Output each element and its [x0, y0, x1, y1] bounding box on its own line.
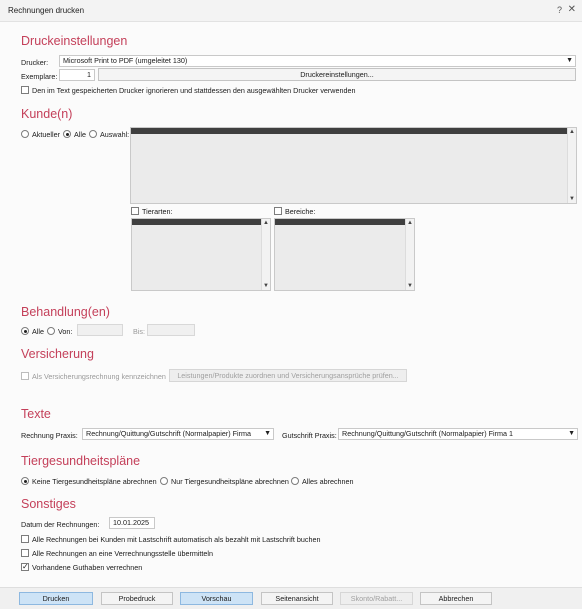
- section-heading-texte: Texte: [21, 407, 51, 421]
- drucker-select-value: Microsoft Print to PDF (umgeleitet 130): [63, 56, 188, 65]
- tierarten-checkbox[interactable]: [131, 207, 139, 215]
- radio-alles-abrechnen-label: Alles abrechnen: [302, 477, 354, 486]
- tierarten-label: Tierarten:: [142, 207, 173, 216]
- radio-nur-tgp[interactable]: [160, 477, 168, 485]
- list-selection: [131, 128, 568, 134]
- ignore-printer-label: Den im Text gespeicherten Drucker ignori…: [32, 86, 356, 95]
- section-heading-tiergesundheitsplaene: Tiergesundheitspläne: [21, 454, 141, 468]
- radio-auswahl[interactable]: [89, 130, 97, 138]
- kunden-scrollbar[interactable]: ▲ ▼: [567, 128, 576, 203]
- versicherung-checkbox-label: Als Versicherungsrechnung kennzeichnen: [32, 372, 166, 381]
- scroll-up-icon[interactable]: ▲: [262, 220, 270, 226]
- radio-nur-tgp-label: Nur Tiergesundheitspläne abrechnen: [171, 477, 289, 486]
- scroll-up-icon[interactable]: ▲: [568, 129, 576, 135]
- section-heading-versicherung: Versicherung: [21, 347, 94, 361]
- radio-alles-abrechnen[interactable]: [291, 477, 299, 485]
- druckereinstellungen-button[interactable]: Druckereinstellungen...: [98, 68, 576, 81]
- gutschrift-praxis-value: Rechnung/Quittung/Gutschrift (Normalpapi…: [342, 429, 513, 438]
- von-date-input[interactable]: [77, 324, 123, 336]
- radio-alle-kunden[interactable]: [63, 130, 71, 138]
- section-heading-kunden: Kunde(n): [21, 107, 73, 121]
- seitenansicht-button[interactable]: Seitenansicht: [261, 592, 333, 605]
- bereiche-scrollbar[interactable]: ▲ ▼: [405, 219, 414, 290]
- gutschrift-praxis-label: Gutschrift Praxis:: [282, 431, 337, 440]
- datum-label: Datum der Rechnungen:: [21, 520, 100, 529]
- section-heading-sonstiges: Sonstiges: [21, 497, 76, 511]
- kunden-listbox[interactable]: ▲ ▼: [130, 127, 577, 204]
- exemplare-label: Exemplare:: [21, 72, 58, 81]
- chevron-down-icon: ▼: [568, 430, 575, 437]
- vorschau-button[interactable]: Vorschau: [180, 592, 253, 605]
- leistungen-zuordnen-button[interactable]: Leistungen/Produkte zuordnen und Versich…: [169, 369, 407, 382]
- rechnung-praxis-label: Rechnung Praxis:: [21, 431, 78, 440]
- lastschrift-checkbox[interactable]: [21, 535, 29, 543]
- radio-keine-tgp-label: Keine Tiergesundheitspläne abrechnen: [32, 477, 157, 486]
- bis-date-input[interactable]: [147, 324, 195, 336]
- rechnung-praxis-select[interactable]: Rechnung/Quittung/Gutschrift (Normalpapi…: [82, 428, 274, 440]
- radio-auswahl-label: Auswahl:: [100, 130, 130, 139]
- footer-bar: Drucken Probedruck Vorschau Seitenansich…: [0, 587, 582, 609]
- bereiche-checkbox[interactable]: [274, 207, 282, 215]
- guthaben-checkbox[interactable]: [21, 562, 29, 571]
- help-icon[interactable]: ?: [557, 5, 562, 15]
- radio-von[interactable]: [47, 327, 55, 335]
- bereiche-listbox[interactable]: ▲ ▼: [274, 218, 415, 291]
- verrechnungsstelle-checkbox[interactable]: [21, 549, 29, 557]
- list-selection: [275, 219, 406, 225]
- radio-aktueller[interactable]: [21, 130, 29, 138]
- chevron-down-icon: ▼: [566, 57, 573, 64]
- scroll-down-icon[interactable]: ▼: [406, 283, 414, 289]
- list-selection: [132, 219, 262, 225]
- title-bar: Rechnungen drucken ? ✕: [0, 0, 582, 22]
- chevron-down-icon: ▼: [264, 430, 271, 437]
- print-invoices-dialog: Rechnungen drucken ? ✕ Druckeinstellunge…: [0, 0, 582, 609]
- drucker-label: Drucker:: [21, 58, 49, 67]
- close-icon[interactable]: ✕: [568, 4, 576, 15]
- exemplare-input[interactable]: 1: [59, 69, 95, 81]
- ignore-printer-checkbox[interactable]: [21, 86, 29, 94]
- tierarten-scrollbar[interactable]: ▲ ▼: [261, 219, 270, 290]
- probedruck-button[interactable]: Probedruck: [101, 592, 173, 605]
- lastschrift-label: Alle Rechnungen bei Kunden mit Lastschri…: [32, 535, 321, 544]
- radio-alle-kunden-label: Alle: [74, 130, 86, 139]
- scroll-up-icon[interactable]: ▲: [406, 220, 414, 226]
- radio-keine-tgp[interactable]: [21, 477, 29, 485]
- radio-alle-behandlungen[interactable]: [21, 327, 29, 335]
- gutschrift-praxis-select[interactable]: Rechnung/Quittung/Gutschrift (Normalpapi…: [338, 428, 578, 440]
- verrechnungsstelle-label: Alle Rechnungen an eine Verrechnungsstel…: [32, 549, 214, 558]
- tierarten-listbox[interactable]: ▲ ▼: [131, 218, 271, 291]
- guthaben-label: Vorhandene Guthaben verrechnen: [32, 563, 143, 572]
- versicherung-checkbox[interactable]: [21, 372, 29, 380]
- scroll-down-icon[interactable]: ▼: [568, 196, 576, 202]
- radio-aktueller-label: Aktueller: [32, 130, 60, 139]
- radio-alle-behandlungen-label: Alle: [32, 327, 44, 336]
- section-heading-druckeinstellungen: Druckeinstellungen: [21, 34, 128, 48]
- datum-input[interactable]: 10.01.2025: [109, 517, 155, 529]
- section-heading-behandlungen: Behandlung(en): [21, 305, 110, 319]
- window-title: Rechnungen drucken: [8, 6, 85, 15]
- skonto-rabatt-button[interactable]: Skonto/Rabatt...: [340, 592, 413, 605]
- radio-von-label: Von:: [58, 327, 73, 336]
- drucker-select[interactable]: Microsoft Print to PDF (umgeleitet 130) …: [59, 55, 576, 67]
- bis-label: Bis:: [133, 327, 145, 336]
- bereiche-label: Bereiche:: [285, 207, 316, 216]
- abbrechen-button[interactable]: Abbrechen: [420, 592, 492, 605]
- rechnung-praxis-value: Rechnung/Quittung/Gutschrift (Normalpapi…: [86, 429, 251, 438]
- drucken-button[interactable]: Drucken: [19, 592, 93, 605]
- scroll-down-icon[interactable]: ▼: [262, 283, 270, 289]
